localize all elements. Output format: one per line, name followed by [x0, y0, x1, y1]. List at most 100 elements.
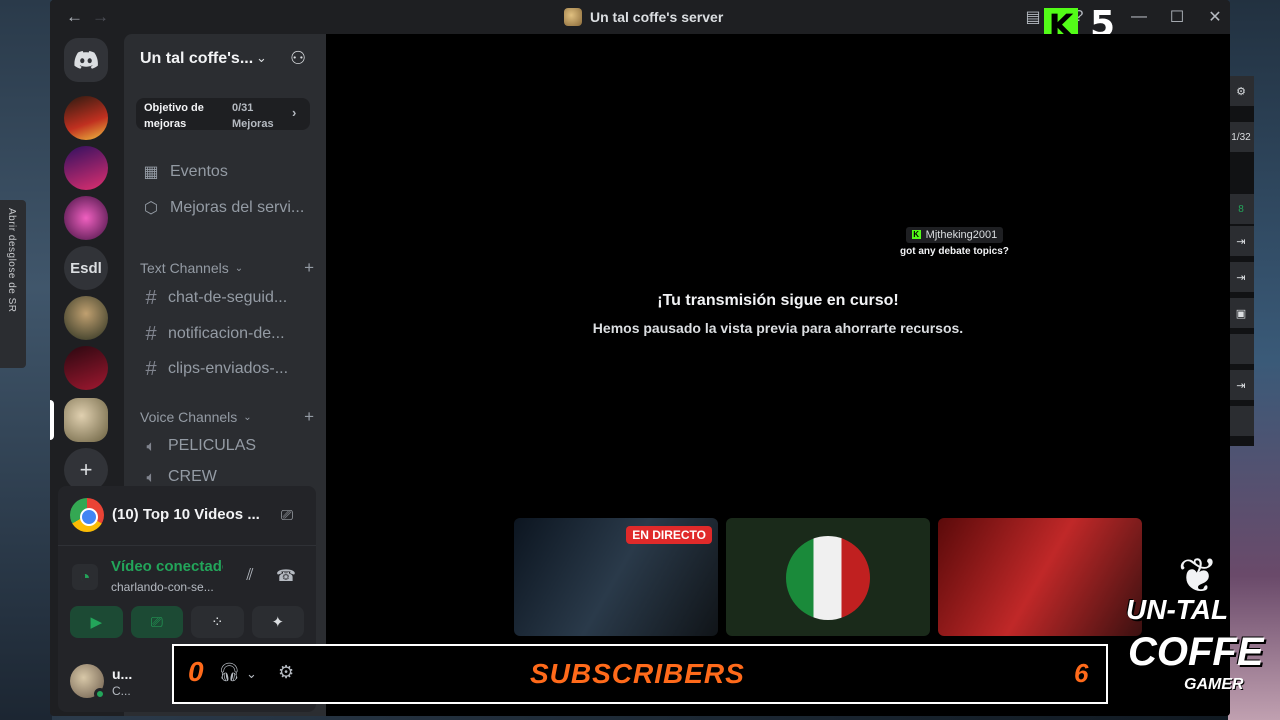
chat-username: K Mjtheking2001: [905, 226, 1004, 243]
participant-tile[interactable]: [726, 518, 930, 636]
server-deryx-icon[interactable]: [64, 146, 108, 190]
invite-people-icon[interactable]: ⚇: [290, 48, 306, 69]
activity-card: (10) Top 10 Videos ... ⎚: [58, 486, 316, 546]
chevron-down-icon: ⌄: [243, 411, 252, 423]
voice-connection: ◔ Vídeo conectado charlando-con-se... ⫽ …: [58, 550, 316, 600]
server-un-tal-coffe-icon[interactable]: [64, 398, 108, 442]
channel-name: chat-de-seguid...: [168, 289, 288, 306]
side-tab[interactable]: Abrir desglose de SR: [0, 200, 26, 368]
nav-boosts-label: Mejoras del servi...: [170, 199, 305, 216]
server-neon-icon[interactable]: [64, 196, 108, 240]
side-tab-label: Abrir desglose de SR: [6, 208, 17, 313]
camera-tile[interactable]: [938, 518, 1142, 636]
category-label: Text Channels: [140, 260, 229, 276]
create-channel-icon[interactable]: +: [304, 258, 314, 278]
server-avatar-icon: [564, 8, 582, 26]
discord-window: ← → Un tal coffe's server ▤ ? — ☐ ✕ K 5 …: [50, 0, 1230, 716]
signal-icon[interactable]: ◔: [72, 564, 98, 590]
right-strip-counter: 1/32: [1228, 122, 1254, 152]
logo-line3: GAMER: [1184, 676, 1244, 693]
forward-arrow-icon[interactable]: →: [92, 7, 109, 27]
user-status: C...: [112, 684, 131, 698]
window-title-text: Un tal coffe's server: [590, 9, 724, 25]
boost-goal[interactable]: Objetivo de mejoras 0/31 Mejoras ›: [136, 98, 310, 130]
hash-icon: #: [145, 357, 157, 380]
discord-home-icon[interactable]: [64, 38, 108, 82]
enter-icon[interactable]: ⇥: [1228, 262, 1254, 292]
chevron-down-icon[interactable]: ⌄: [256, 50, 267, 66]
channel-item[interactable]: # chat-de-seguid...: [132, 283, 322, 313]
minimize-icon[interactable]: —: [1128, 6, 1150, 28]
voice-status: Vídeo conectado: [111, 558, 223, 575]
create-channel-icon[interactable]: +: [304, 407, 314, 427]
enter-icon[interactable]: ⇥: [1228, 226, 1254, 256]
window-icon[interactable]: ▣: [1228, 298, 1254, 328]
chevron-down-icon[interactable]: ⌄: [246, 666, 257, 682]
camera-button[interactable]: ▶: [70, 606, 123, 638]
channel-name: clips-enviados-...: [168, 360, 289, 377]
server-7-dias-icon[interactable]: [64, 96, 108, 140]
hash-icon: #: [145, 322, 157, 345]
enter-icon[interactable]: ⇥: [1228, 370, 1254, 400]
server-esdl-icon[interactable]: Esdl: [64, 246, 108, 290]
blank-item[interactable]: [1228, 406, 1254, 436]
stop-streaming-icon[interactable]: ⎚: [276, 504, 298, 526]
channel-item[interactable]: # clips-enviados-...: [132, 354, 322, 384]
chat-message: got any debate topics?: [900, 245, 1009, 257]
voice-channel-item[interactable]: 🔈︎ PELICULAS: [132, 431, 322, 461]
active-server-indicator: [50, 400, 54, 440]
live-badge: EN DIRECTO: [626, 526, 712, 544]
back-arrow-icon[interactable]: ←: [66, 7, 83, 27]
subscribers-left-count: 0: [188, 656, 204, 687]
chat-overlay: K Mjtheking2001 got any debate topics?: [900, 224, 1009, 257]
settings-gear-icon[interactable]: ⚙: [1228, 76, 1254, 106]
channel-name: CREW: [168, 468, 217, 485]
stream-view: K Mjtheking2001 got any debate topics? ¡…: [326, 34, 1230, 716]
subscribers-overlay: 0 🎧︎ ⌄ ⚙ SUBSCRIBERS 6: [172, 644, 1108, 704]
channel-name: PELICULAS: [168, 437, 257, 454]
server-ggesc-icon[interactable]: [64, 346, 108, 390]
maximize-icon[interactable]: ☐: [1166, 6, 1188, 28]
nav-events-label: Eventos: [170, 163, 228, 180]
activities-button[interactable]: ⁘: [191, 606, 244, 638]
category-label: Voice Channels: [140, 409, 238, 425]
server-name: Un tal coffe's...: [140, 50, 254, 67]
channel-item[interactable]: # notificacion-de...: [132, 319, 322, 349]
blank-item[interactable]: [1228, 334, 1254, 364]
user-name[interactable]: u...: [112, 666, 132, 682]
chevron-down-icon: ⌄: [234, 262, 244, 274]
logo-line2: COFFE: [1128, 630, 1264, 674]
soundboard-button[interactable]: ✦: [251, 606, 304, 638]
right-panel-strip: ⚙ 1/32 8 ⇥ ⇥ ▣ ⇥: [1228, 76, 1254, 446]
activity-title: (10) Top 10 Videos ...: [112, 506, 260, 523]
chevron-right-icon: ›: [292, 105, 297, 120]
close-icon[interactable]: ✕: [1204, 6, 1226, 28]
screen-share-button[interactable]: ⎚: [130, 606, 183, 638]
category-voice-channels[interactable]: Voice Channels ⌄ +: [140, 407, 314, 427]
online-status-icon: [94, 688, 106, 700]
settings-gear-icon[interactable]: ⚙: [278, 662, 294, 683]
subscribers-right-count: 6: [1074, 658, 1089, 688]
server-character-icon[interactable]: [64, 296, 108, 340]
voice-channel-name[interactable]: charlando-con-se...: [111, 580, 223, 594]
right-strip-online: 8: [1228, 194, 1254, 224]
stream-paused-message: ¡Tu transmisión sigue en curso! Hemos pa…: [326, 292, 1230, 336]
category-text-channels[interactable]: Text Channels ⌄ +: [140, 258, 314, 278]
voice-channel-item[interactable]: 🔈︎ CREW: [132, 467, 322, 487]
nav-boosts[interactable]: ⬡ Mejoras del servi...: [132, 193, 322, 223]
stream-thumbnail[interactable]: EN DIRECTO: [514, 518, 718, 636]
subscribers-label: SUBSCRIBERS: [530, 658, 745, 689]
channel-name: notificacion-de...: [168, 325, 285, 342]
inbox-icon[interactable]: ▤: [1022, 6, 1044, 28]
boost-goal-label: Objetivo de mejoras: [144, 102, 204, 130]
calendar-icon: ▦: [143, 164, 159, 181]
headphones-icon[interactable]: 🎧︎: [218, 662, 241, 683]
window-title: Un tal coffe's server: [564, 8, 723, 26]
disconnect-icon[interactable]: ☎: [274, 564, 298, 588]
nav-events[interactable]: ▦ Eventos: [132, 157, 322, 187]
hash-icon: #: [145, 286, 157, 309]
participant-avatar: [786, 536, 870, 620]
boost-gem-icon: ⬡: [144, 200, 158, 217]
chrome-icon: [70, 498, 104, 532]
noise-suppression-icon[interactable]: ⫽: [238, 564, 262, 588]
